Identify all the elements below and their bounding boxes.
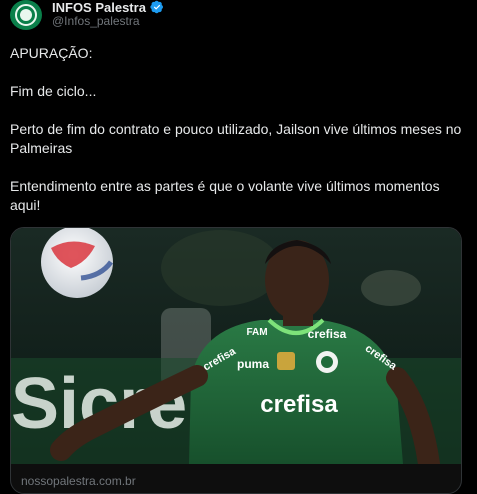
jersey-sponsor-small: crefisa (308, 327, 347, 341)
card-domain[interactable]: nossopalestra.com.br (21, 474, 136, 488)
tweet-text: APURAÇÃO: Fim de ciclo... Perto de fim d… (10, 44, 466, 215)
avatar[interactable] (10, 0, 42, 30)
link-card[interactable]: Sicre crefisa FAM puma crefisa crefisa c… (10, 227, 462, 494)
tweet-paragraph: Entendimento entre as partes é que o vol… (10, 178, 440, 213)
author-display-name[interactable]: INFOS Palestra (52, 0, 146, 15)
tweet-paragraph: APURAÇÃO: (10, 45, 93, 61)
tweet-header: INFOS Palestra @Infos_palestra (10, 0, 470, 30)
jersey-maker-text: FAM (246, 327, 267, 338)
card-image[interactable]: Sicre crefisa FAM puma crefisa crefisa c… (11, 228, 462, 464)
author-handle[interactable]: @Infos_palestra (52, 14, 140, 28)
jersey-sponsor-text: crefisa (260, 391, 338, 418)
tweet-paragraph: Perto de fim do contrato e pouco utiliza… (10, 121, 462, 156)
verified-badge-icon (150, 0, 163, 14)
jersey-brand-text: puma (237, 357, 269, 371)
tweet-paragraph: Fim de ciclo... (10, 83, 97, 99)
author-name-row[interactable]: INFOS Palestra (52, 0, 164, 15)
